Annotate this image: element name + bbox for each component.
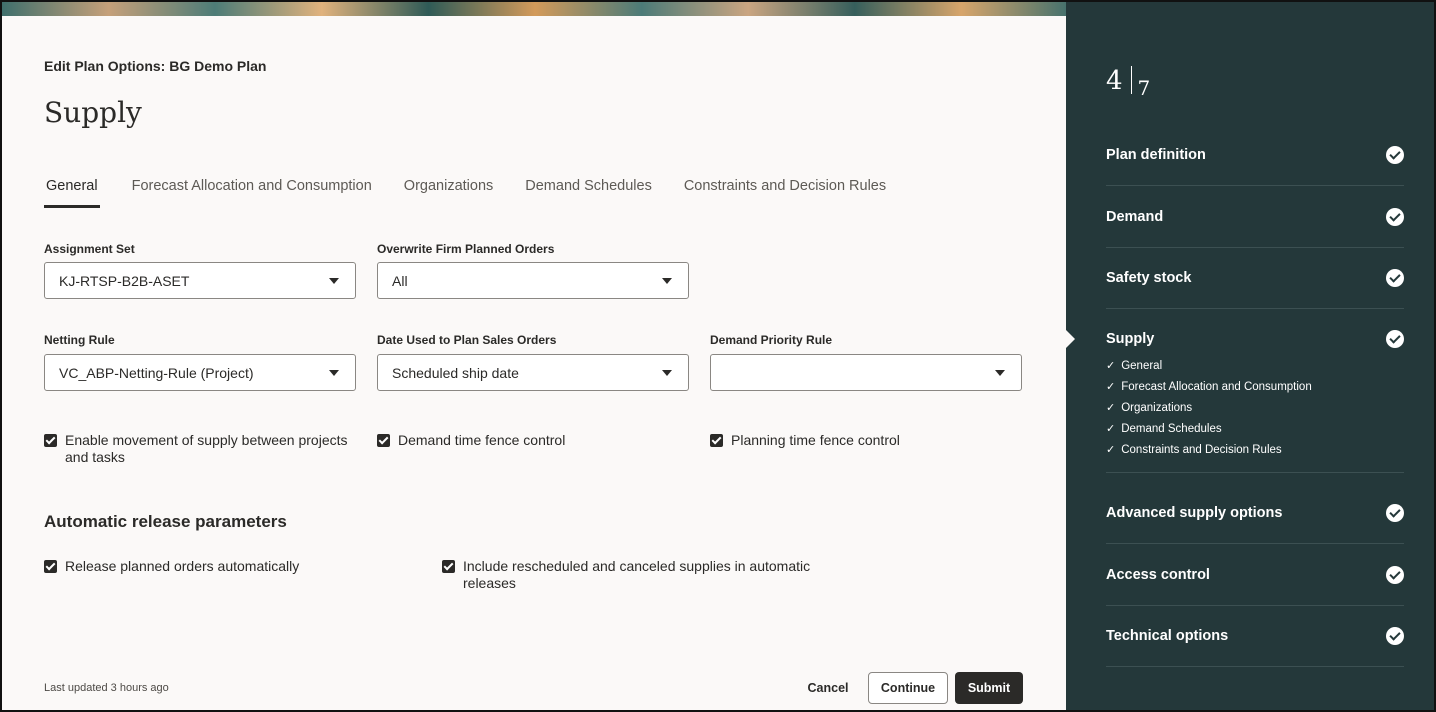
step-access-control[interactable]: Access control (1106, 544, 1404, 606)
check-circle-icon (1386, 565, 1404, 584)
check-circle-icon (1386, 503, 1404, 522)
chevron-down-icon (329, 370, 339, 376)
substep-label: Organizations (1121, 401, 1193, 414)
check-circle-icon (1386, 145, 1404, 164)
step-plan-definition[interactable]: Plan definition (1106, 124, 1404, 186)
submit-button[interactable]: Submit (955, 672, 1023, 704)
last-updated-text: Last updated 3 hours ago (44, 682, 169, 694)
step-technical-options[interactable]: Technical options (1106, 605, 1404, 667)
checkbox-checked-icon[interactable] (44, 560, 57, 573)
progress-sidebar: 4 7 Plan definition Demand Safety stock … (1066, 16, 1434, 710)
main-panel: Edit Plan Options: BG Demo Plan Supply G… (2, 16, 1066, 710)
decorative-banner (2, 2, 1068, 16)
overwrite-firm-label: Overwrite Firm Planned Orders (377, 242, 555, 256)
total-steps-number: 7 (1137, 76, 1151, 100)
step-label: Supply (1106, 330, 1155, 347)
checkbox-checked-icon[interactable] (710, 434, 723, 447)
checkmark-icon: ✓ (1106, 360, 1116, 372)
netting-rule-label: Netting Rule (44, 333, 115, 347)
tab-constraints[interactable]: Constraints and Decision Rules (684, 176, 886, 208)
step-safety-stock[interactable]: Safety stock (1106, 247, 1404, 309)
release-section-title: Automatic release parameters (44, 512, 287, 531)
checkmark-icon: ✓ (1106, 423, 1116, 435)
step-demand[interactable]: Demand (1106, 186, 1404, 248)
substep-demand-schedules[interactable]: ✓ Demand Schedules (1106, 418, 1404, 439)
date-used-select[interactable]: Scheduled ship date (377, 354, 689, 391)
checkbox-checked-icon[interactable] (377, 434, 390, 447)
step-supply[interactable]: Supply ✓ General ✓ Forecast Allocation and… (1106, 308, 1404, 473)
planning-fence-label: Planning time fence control (731, 432, 900, 448)
chevron-down-icon (662, 278, 672, 284)
cancel-button[interactable]: Cancel (798, 672, 858, 704)
check-circle-icon (1386, 207, 1404, 226)
overwrite-firm-select[interactable]: All (377, 262, 689, 299)
substep-constraints[interactable]: ✓ Constraints and Decision Rules (1106, 439, 1404, 460)
release-auto-checkbox[interactable]: Release planned orders automatically (44, 558, 404, 575)
netting-rule-select[interactable]: VC_ABP-Netting-Rule (Project) (44, 354, 356, 391)
checkmark-icon: ✓ (1106, 402, 1116, 414)
tab-general[interactable]: General (44, 176, 100, 208)
assignment-set-select[interactable]: KJ-RTSP-B2B-ASET (44, 262, 356, 299)
page-eyebrow: Edit Plan Options: BG Demo Plan (44, 58, 267, 74)
demand-priority-label: Demand Priority Rule (710, 333, 833, 347)
substep-label: Demand Schedules (1121, 422, 1222, 435)
tab-organizations[interactable]: Organizations (404, 176, 493, 208)
substep-general[interactable]: ✓ General (1106, 355, 1404, 376)
step-label: Technical options (1106, 627, 1229, 644)
check-circle-icon (1386, 329, 1404, 348)
demand-priority-select[interactable] (710, 354, 1022, 391)
planning-fence-checkbox[interactable]: Planning time fence control (710, 432, 1025, 449)
date-used-label: Date Used to Plan Sales Orders (377, 333, 557, 347)
step-advanced-supply[interactable]: Advanced supply options (1106, 482, 1404, 544)
checkbox-checked-icon[interactable] (442, 560, 455, 573)
tab-demand-schedules[interactable]: Demand Schedules (525, 176, 652, 208)
substep-label: Constraints and Decision Rules (1121, 443, 1282, 456)
demand-fence-checkbox[interactable]: Demand time fence control (377, 432, 692, 449)
include-rescheduled-checkbox[interactable]: Include rescheduled and canceled supplie… (442, 558, 822, 592)
current-step-number: 4 (1106, 66, 1123, 96)
include-rescheduled-label: Include rescheduled and canceled supplie… (463, 558, 811, 591)
app-frame: Edit Plan Options: BG Demo Plan Supply G… (0, 0, 1436, 712)
overwrite-firm-value: All (392, 272, 408, 289)
assignment-set-label: Assignment Set (44, 242, 135, 256)
assignment-set-value: KJ-RTSP-B2B-ASET (59, 272, 190, 289)
chevron-down-icon (995, 370, 1005, 376)
tab-forecast-allocation[interactable]: Forecast Allocation and Consumption (132, 176, 372, 208)
supply-substeps: ✓ General ✓ Forecast Allocation and Consum… (1106, 355, 1404, 472)
chevron-down-icon (329, 278, 339, 284)
demand-fence-label: Demand time fence control (398, 432, 566, 448)
substep-organizations[interactable]: ✓ Organizations (1106, 397, 1404, 418)
check-circle-icon (1386, 626, 1404, 645)
enable-movement-label: Enable movement of supply between projec… (65, 432, 348, 465)
chevron-down-icon (662, 370, 672, 376)
step-label: Plan definition (1106, 146, 1206, 163)
checkmark-icon: ✓ (1106, 444, 1116, 456)
substep-label: Forecast Allocation and Consumption (1121, 380, 1312, 393)
step-label: Access control (1106, 566, 1210, 583)
step-label: Demand (1106, 208, 1164, 225)
release-auto-label: Release planned orders automatically (65, 558, 300, 574)
step-label: Advanced supply options (1106, 504, 1283, 521)
substep-label: General (1121, 359, 1163, 372)
check-circle-icon (1386, 268, 1404, 287)
substep-forecast-allocation[interactable]: ✓ Forecast Allocation and Consumption (1106, 376, 1404, 397)
sidebar-top (1066, 2, 1434, 16)
step-counter: 4 7 (1106, 66, 1150, 100)
page-title: Supply (44, 96, 142, 129)
date-used-value: Scheduled ship date (392, 364, 519, 381)
counter-divider (1130, 66, 1132, 94)
step-label: Safety stock (1106, 269, 1192, 286)
current-step-pointer (1066, 330, 1075, 348)
checkmark-icon: ✓ (1106, 381, 1116, 393)
netting-rule-value: VC_ABP-Netting-Rule (Project) (59, 364, 254, 381)
continue-button[interactable]: Continue (868, 672, 948, 704)
tab-bar: General Forecast Allocation and Consumpt… (44, 176, 886, 208)
enable-movement-checkbox[interactable]: Enable movement of supply between projec… (44, 432, 359, 466)
checkbox-checked-icon[interactable] (44, 434, 57, 447)
